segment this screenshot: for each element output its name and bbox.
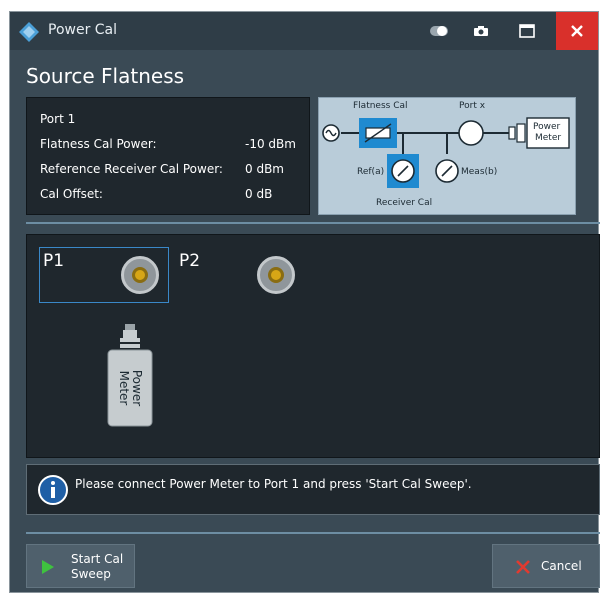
title-bar: Power Cal (10, 12, 598, 50)
toggle-button[interactable] (420, 16, 458, 46)
separator (26, 222, 600, 224)
port-label: Port 1 (40, 112, 76, 126)
power-meter-device[interactable]: Power Meter (105, 322, 155, 430)
start-cal-sweep-button[interactable]: Start Cal Sweep (26, 544, 135, 588)
power-meter-line-1: Power (130, 369, 144, 407)
maximize-button[interactable] (508, 16, 546, 46)
screenshot-button[interactable] (462, 16, 500, 46)
cal-offset-value: 0 dB (245, 187, 273, 201)
port-connection-area: P1 P2 Power Meter (26, 234, 600, 458)
power-meter-label: Power (533, 122, 561, 132)
cal-info-panel: Port 1 Flatness Cal Power: -10 dBm Refer… (26, 97, 310, 215)
cal-offset-label: Cal Offset: (40, 187, 103, 201)
start-cal-sweep-line-1: Start Cal (71, 552, 124, 566)
flatness-cal-power-value: -10 dBm (245, 137, 296, 151)
app-logo-icon (19, 22, 39, 42)
receiver-cal-label: Receiver Cal (376, 198, 433, 208)
window-title: Power Cal (48, 22, 118, 38)
port-2-label: P2 (179, 251, 201, 271)
separator (26, 532, 600, 534)
maximize-icon (519, 24, 535, 38)
info-message: Please connect Power Meter to Port 1 and… (26, 464, 600, 515)
connector-center-icon (268, 267, 284, 283)
flatness-cal-power-label: Flatness Cal Power: (40, 137, 157, 151)
start-cal-sweep-label: Start Cal Sweep (71, 552, 123, 582)
power-meter-label-2: Meter (535, 133, 562, 143)
page-title: Source Flatness (26, 64, 185, 88)
port-1-connector[interactable] (121, 256, 159, 294)
reference-receiver-cal-power-value: 0 dBm (245, 162, 284, 176)
cancel-button[interactable]: Cancel (492, 544, 600, 588)
play-icon (42, 560, 54, 574)
port-1-label: P1 (43, 251, 65, 271)
meas-b-label: Meas(b) (461, 167, 498, 177)
camera-icon (474, 26, 488, 36)
power-meter-device-label: Power Meter (105, 350, 155, 426)
port-2-connector[interactable] (257, 256, 295, 294)
cal-setup-diagram: Flatness Cal Port x Power Meter Ref(a) M… (318, 97, 576, 215)
close-button[interactable] (556, 12, 598, 50)
info-icon (38, 475, 68, 505)
toggle-icon (430, 26, 448, 36)
power-meter-line-2: Meter (117, 370, 131, 406)
reference-receiver-cal-power-label: Reference Receiver Cal Power: (40, 162, 223, 176)
connector-center-icon (132, 267, 148, 283)
power-cal-dialog: Power Cal Source Flatness Port 1 Flatnes… (9, 11, 600, 593)
flatness-cal-label: Flatness Cal (353, 101, 408, 111)
close-icon (571, 25, 583, 37)
ref-a-label: Ref(a) (357, 167, 385, 177)
cancel-label: Cancel (541, 559, 582, 573)
start-cal-sweep-line-2: Sweep (71, 567, 111, 581)
message-text: Please connect Power Meter to Port 1 and… (75, 477, 472, 491)
port-x-label: Port x (459, 101, 486, 111)
cancel-x-icon (516, 560, 530, 574)
